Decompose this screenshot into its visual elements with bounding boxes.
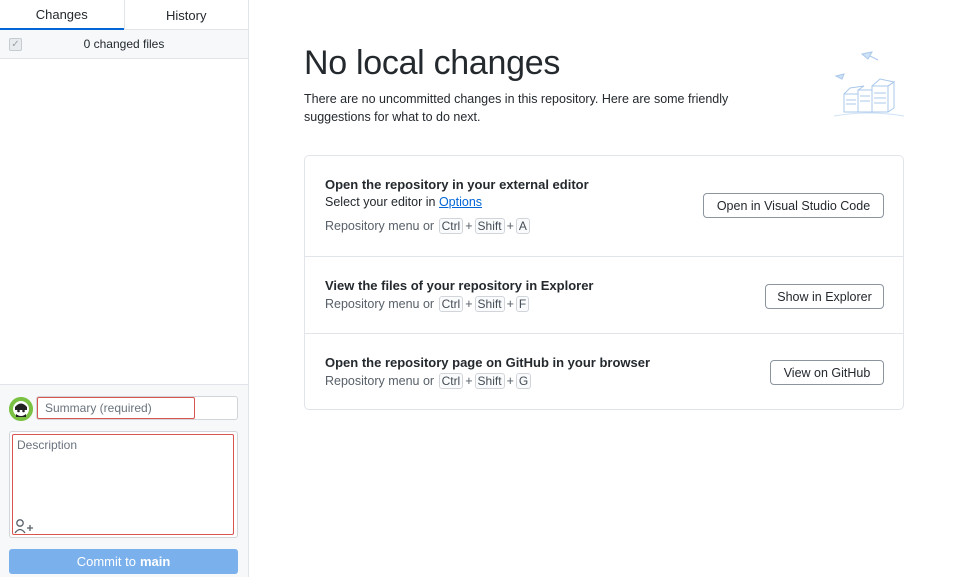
card-shortcut: Repository menu or Ctrl + Shift + A	[325, 218, 531, 234]
key-ctrl: Ctrl	[438, 373, 464, 389]
commit-form: Summary (required) Description Commit to…	[0, 384, 248, 577]
card-show-in-explorer: View the files of your repository in Exp…	[305, 256, 903, 333]
shortcut-prefix: Repository menu or	[325, 374, 435, 388]
key-ctrl: Ctrl	[438, 296, 464, 312]
card-view-on-github: Open the repository page on GitHub in yo…	[305, 333, 903, 409]
card-title: Open the repository in your external edi…	[325, 177, 589, 192]
card-shortcut: Repository menu or Ctrl + Shift + G	[325, 373, 532, 389]
card-shortcut: Repository menu or Ctrl + Shift + F	[325, 296, 530, 312]
suggestions-panel: Open the repository in your external edi…	[304, 155, 904, 410]
tab-changes[interactable]: Changes	[0, 0, 124, 30]
key-shift: Shift	[474, 218, 505, 234]
changed-files-header: ✓ 0 changed files	[0, 30, 248, 59]
github-desktop-window: Changes History ✓ 0 changed files Summar…	[0, 0, 962, 577]
page-subtitle: There are no uncommitted changes in this…	[304, 92, 729, 124]
card-open-editor: Open the repository in your external edi…	[305, 156, 903, 256]
options-link[interactable]: Options	[439, 195, 482, 209]
key-plus: +	[465, 219, 473, 233]
key-plus: +	[465, 374, 473, 388]
card-title: Open the repository page on GitHub in yo…	[325, 355, 651, 370]
key-plus: +	[506, 297, 514, 311]
open-in-editor-button[interactable]: Open in Visual Studio Code	[703, 193, 884, 218]
key-shift: Shift	[474, 296, 505, 312]
shortcut-prefix: Repository menu or	[325, 297, 435, 311]
card-title: View the files of your repository in Exp…	[325, 278, 594, 293]
user-avatar-icon	[9, 397, 33, 421]
commit-button[interactable]: Commit to main	[9, 549, 238, 574]
key-letter: G	[515, 373, 532, 389]
card-description: Select your editor in Options	[325, 195, 482, 209]
sidebar-tabs: Changes History	[0, 0, 248, 30]
description-input[interactable]: Description	[12, 434, 234, 535]
key-plus: +	[465, 297, 473, 311]
page-title: No local changes	[304, 44, 561, 82]
key-plus: +	[506, 219, 514, 233]
changed-files-count: 0 changed files	[83, 37, 165, 51]
key-ctrl: Ctrl	[438, 218, 464, 234]
commit-branch-name: main	[139, 554, 171, 569]
commit-button-label: Commit to	[76, 554, 136, 569]
key-letter: F	[515, 296, 530, 312]
tab-history[interactable]: History	[123, 0, 249, 30]
key-shift: Shift	[474, 373, 505, 389]
key-letter: A	[515, 218, 530, 234]
main-panel: No local changes There are no uncommitte…	[249, 0, 962, 577]
show-in-explorer-button[interactable]: Show in Explorer	[765, 284, 884, 309]
add-coauthor-icon[interactable]	[14, 518, 34, 534]
summary-input[interactable]: Summary (required)	[37, 397, 195, 419]
key-plus: +	[506, 374, 514, 388]
view-on-github-button[interactable]: View on GitHub	[770, 360, 884, 385]
sidebar: Changes History ✓ 0 changed files Summar…	[0, 0, 249, 577]
empty-repo-illustration-icon	[832, 46, 906, 126]
card-description-prefix: Select your editor in	[325, 195, 439, 209]
select-all-checkbox[interactable]: ✓	[9, 38, 22, 51]
shortcut-prefix: Repository menu or	[325, 219, 435, 233]
